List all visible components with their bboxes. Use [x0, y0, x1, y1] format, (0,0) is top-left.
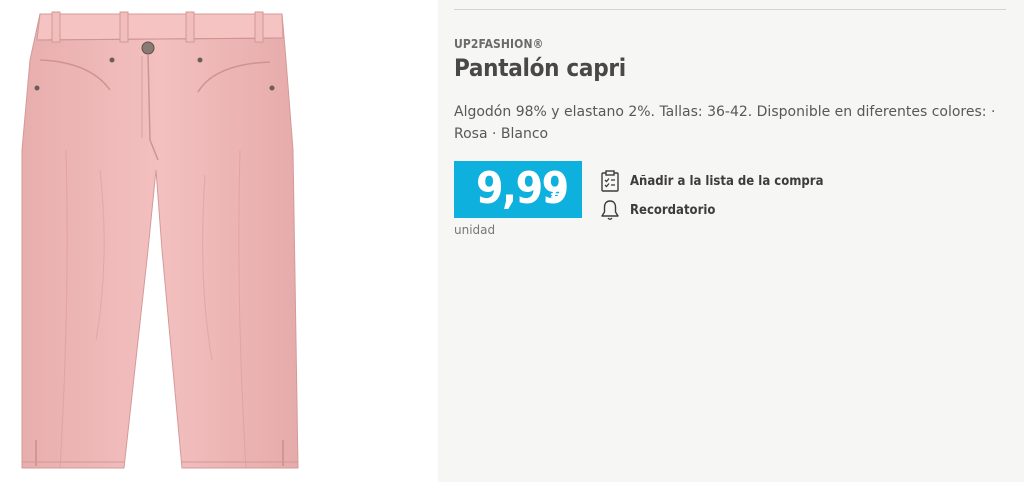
product-image: [21, 11, 299, 469]
product-info-panel: UP2FASHION® Pantalón capri Algodón 98% y…: [438, 0, 1024, 482]
clipboard-checklist-icon: [600, 170, 620, 192]
add-to-shopping-list-button[interactable]: Añadir a la lista de la compra: [600, 170, 823, 192]
product-title: Pantalón capri: [454, 54, 626, 82]
price-currency: €: [551, 187, 562, 207]
reminder-label: Recordatorio: [630, 202, 716, 218]
product-brand: UP2FASHION®: [454, 37, 544, 51]
reminder-button[interactable]: Recordatorio: [600, 199, 715, 221]
price-badge: 9,99 €: [454, 161, 582, 218]
divider: [454, 9, 1006, 10]
add-to-shopping-list-label: Añadir a la lista de la compra: [630, 173, 824, 189]
product-image-panel: [0, 0, 438, 482]
price-unit: unidad: [454, 223, 496, 237]
product-description: Algodón 98% y elastano 2%. Tallas: 36-42…: [454, 104, 996, 142]
bell-icon: [600, 199, 620, 221]
